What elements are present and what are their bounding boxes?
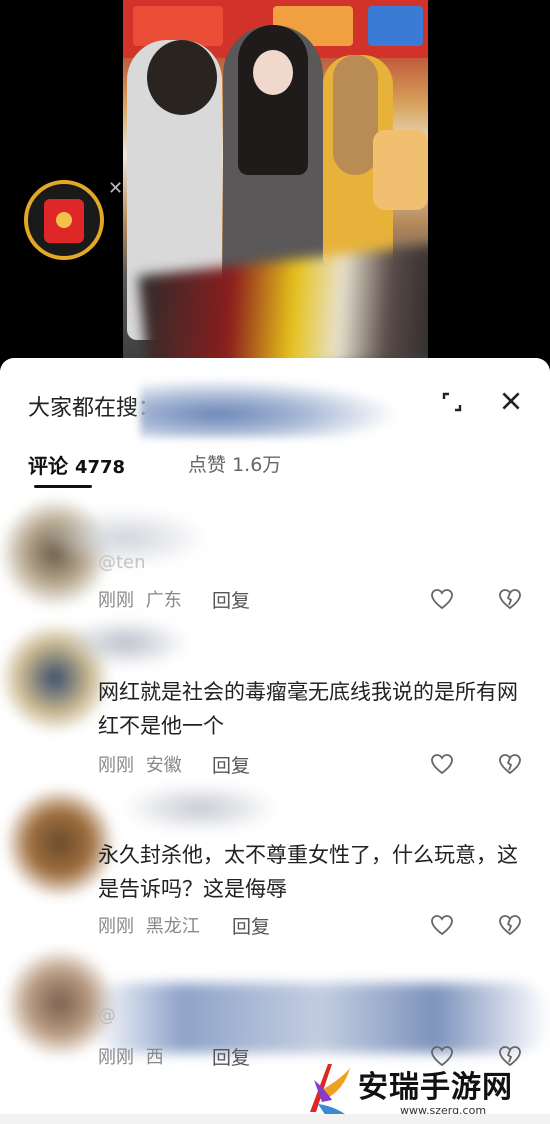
tab-comments[interactable]: 评论 4778 xyxy=(28,450,125,479)
reply-button[interactable]: 回复 xyxy=(212,1043,250,1070)
red-packet-close-icon[interactable]: ✕ xyxy=(108,178,123,199)
watermark-title: 安瑞手游网 xyxy=(358,1070,513,1105)
comment-meta: 刚刚 西 xyxy=(98,1043,164,1069)
comment-handle[interactable]: @ten xyxy=(98,552,146,573)
site-logo-icon xyxy=(310,1064,350,1116)
video-frame[interactable] xyxy=(123,0,428,370)
tab-likes-label: 点赞 xyxy=(188,454,227,476)
comment-sheet: 大家都在搜： 评论 4778 点赞 1.6万 @ten 刚刚 广东 回复 网红就… xyxy=(0,358,550,1124)
person-center xyxy=(223,25,323,285)
blur-smear xyxy=(140,378,400,438)
comment-time: 刚刚 xyxy=(98,916,134,937)
comment-location: 黑龙江 xyxy=(145,916,200,937)
expand-icon[interactable] xyxy=(440,390,464,414)
comment-time: 刚刚 xyxy=(98,755,134,776)
comment-item: 网红就是社会的毒瘤毫无底线我说的是所有网红不是他一个 刚刚 安徽 回复 xyxy=(0,603,550,783)
comment-meta: 刚刚 黑龙江 xyxy=(98,912,200,938)
blur-smear xyxy=(120,783,280,833)
site-watermark: 安瑞手游网 www.szerg.com xyxy=(300,1060,545,1122)
bottom-bar xyxy=(0,1114,550,1124)
reply-button[interactable]: 回复 xyxy=(212,751,250,778)
video-player[interactable]: ✕ xyxy=(0,0,550,370)
dislike-broken-heart-icon[interactable] xyxy=(498,753,522,775)
like-heart-icon[interactable] xyxy=(430,914,454,936)
like-heart-icon[interactable] xyxy=(430,753,454,775)
sign-panel xyxy=(368,6,423,46)
comment-handle[interactable]: @ xyxy=(98,1005,116,1026)
fruit-stand xyxy=(373,130,428,210)
comment-text: 网红就是社会的毒瘤毫无底线我说的是所有网红不是他一个 xyxy=(98,680,518,738)
red-packet-button[interactable] xyxy=(24,180,104,260)
dislike-broken-heart-icon[interactable] xyxy=(498,914,522,936)
comment-meta: 刚刚 安徽 xyxy=(98,751,182,777)
tab-comments-count: 4778 xyxy=(74,457,126,478)
sheet-header: 大家都在搜： xyxy=(0,358,550,438)
reply-button[interactable]: 回复 xyxy=(232,912,270,939)
comment-item: 永久封杀他，太不尊重女性了，什么玩意，这是告诉吗？这是侮辱 刚刚 黑龙江 回复 xyxy=(0,778,550,948)
red-packet-icon xyxy=(44,199,84,243)
comment-time: 刚刚 xyxy=(98,1047,134,1068)
comment-text: 永久封杀他，太不尊重女性了，什么玩意，这是告诉吗？这是侮辱 xyxy=(98,843,518,901)
tab-likes[interactable]: 点赞 1.6万 xyxy=(188,450,281,477)
comment-location: 西 xyxy=(145,1047,164,1068)
comment-location: 安徽 xyxy=(145,755,182,776)
close-icon[interactable] xyxy=(498,388,524,414)
tab-likes-count: 1.6万 xyxy=(232,454,282,476)
tab-comments-label: 评论 xyxy=(28,454,68,478)
blur-smear xyxy=(60,618,190,668)
